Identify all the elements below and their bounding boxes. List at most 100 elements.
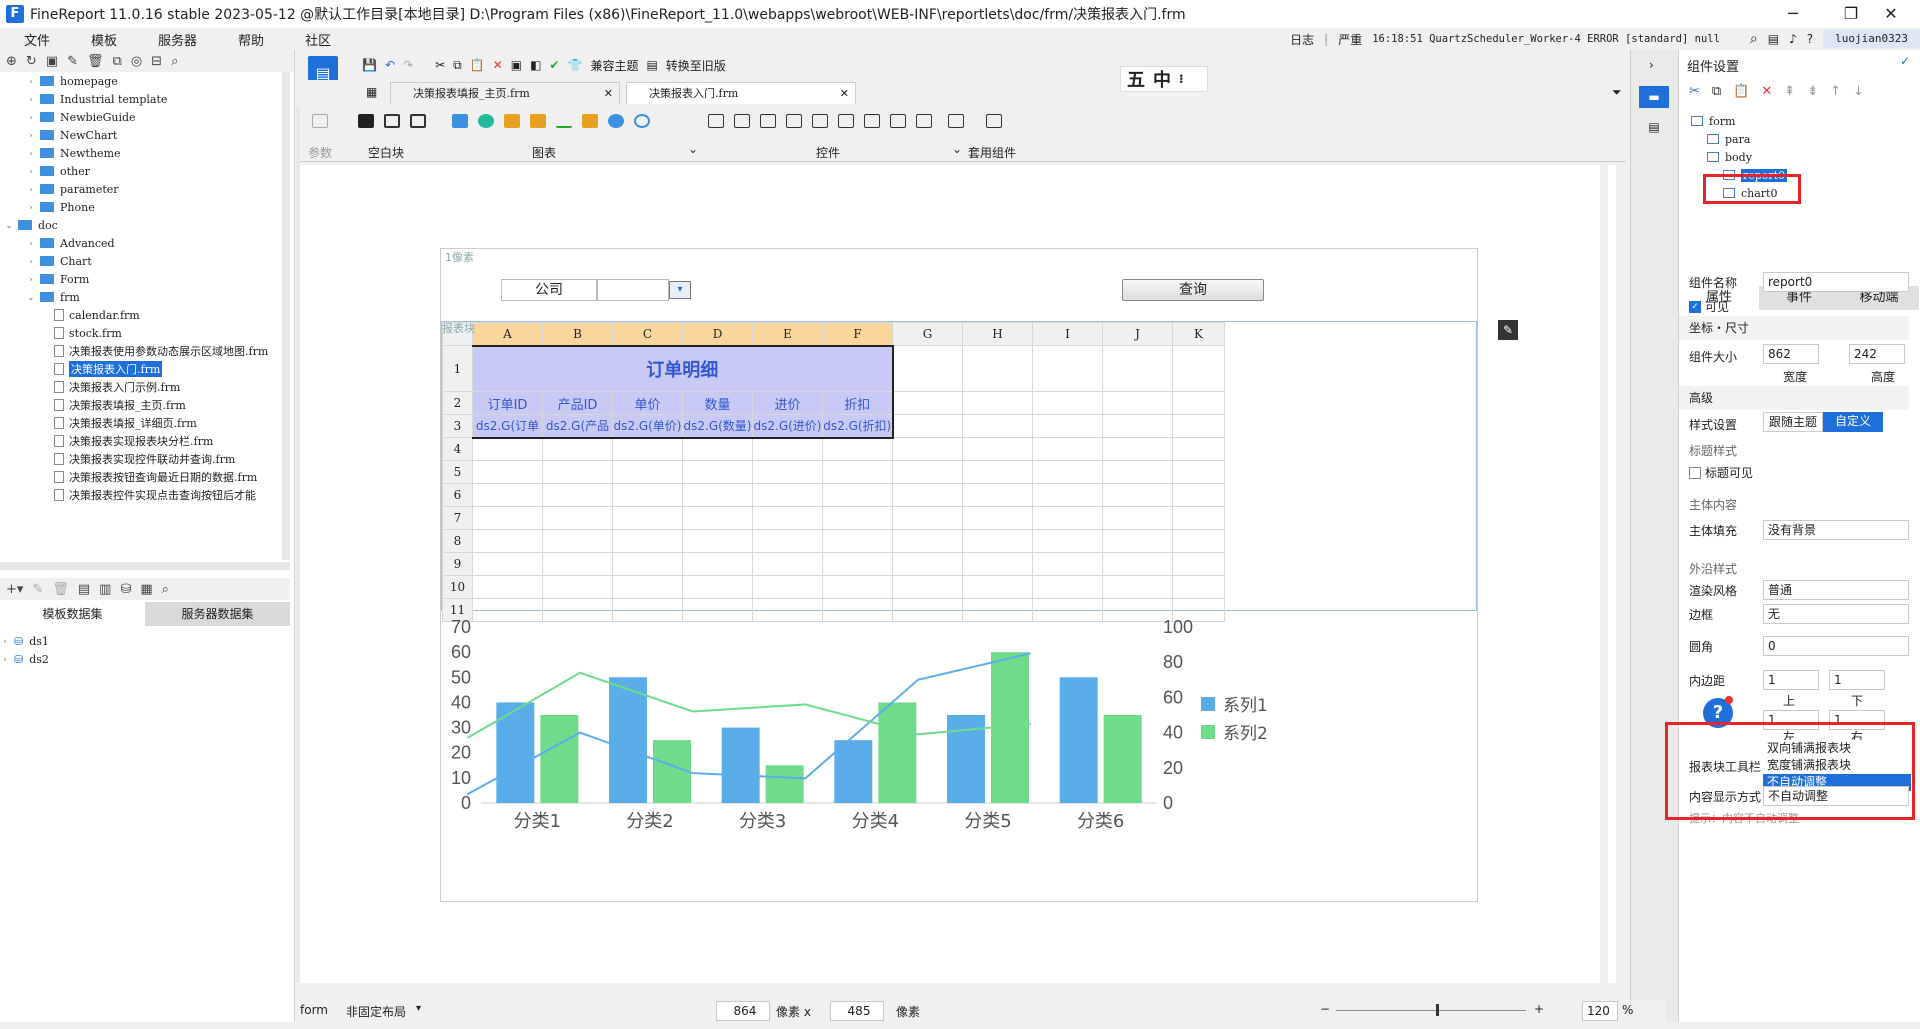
params-icon[interactable] (312, 114, 328, 128)
grid-cell[interactable] (1102, 529, 1173, 553)
grid-cell[interactable] (752, 529, 823, 553)
column-header[interactable]: D (682, 322, 753, 346)
row-header[interactable]: 7 (442, 506, 473, 530)
expand-icon[interactable]: › (1649, 58, 1654, 72)
row-header[interactable]: 2 (442, 391, 473, 415)
dataset-item[interactable]: › ⛁ ds1 (0, 632, 49, 650)
zoom-input[interactable]: 120 (1582, 1001, 1618, 1021)
edit-dataset-icon[interactable]: ✎ (32, 582, 43, 597)
blank-block-icon[interactable] (358, 114, 374, 128)
tree-file[interactable]: 决策报表填报_详细页.frm (0, 414, 280, 432)
row-header[interactable]: 4 (442, 437, 473, 461)
tree-scrollbar[interactable] (282, 72, 290, 560)
copy-icon[interactable]: ⧉ (113, 54, 122, 69)
title-visible-checkbox[interactable]: 标题可见 (1689, 464, 1753, 481)
grid-cell[interactable] (1172, 414, 1225, 438)
bell-icon[interactable]: ♪ (1789, 32, 1797, 46)
template-component-icon[interactable] (986, 114, 1002, 128)
widget-more-icon[interactable]: ⌄ (952, 142, 962, 156)
grid-cell[interactable] (612, 529, 683, 553)
tree-folder[interactable]: › Advanced (0, 234, 280, 252)
dataset-cache-icon[interactable]: ▦ (140, 582, 152, 597)
row-header[interactable]: 3 (442, 414, 473, 438)
delete-icon[interactable]: ✕ (1761, 84, 1772, 99)
row-header[interactable]: 10 (442, 575, 473, 599)
dataset-search-icon[interactable]: ⌕ (162, 582, 169, 597)
tree-folder[interactable]: › other (0, 162, 280, 180)
component-tree-node[interactable]: para (1691, 130, 1787, 148)
add-dataset-icon[interactable]: +▾ (6, 582, 23, 597)
grid-cell[interactable] (822, 437, 893, 461)
find-icon[interactable]: ⌕ (171, 54, 178, 69)
column-header[interactable]: H (962, 322, 1033, 346)
grid-cell[interactable] (1172, 483, 1225, 507)
column-header[interactable]: C (612, 322, 683, 346)
theme-button[interactable]: 兼容主题 (590, 57, 638, 74)
grid-cell[interactable] (752, 552, 823, 576)
remove-dataset-icon[interactable]: 🗑 (52, 582, 69, 597)
chart-column-icon[interactable] (452, 114, 468, 128)
grid-cell[interactable] (1102, 483, 1173, 507)
tree-folder[interactable]: › Industrial template (0, 90, 280, 108)
widget-manager-icon[interactable]: ▤ (1643, 116, 1665, 138)
menu-file[interactable]: 文件 (0, 30, 67, 49)
refresh-icon[interactable]: ↻ (26, 54, 37, 69)
number-widget-icon[interactable] (838, 114, 854, 128)
grid-cell[interactable] (1172, 437, 1225, 461)
search-widget-icon[interactable] (948, 114, 964, 128)
component-name-input[interactable]: report0 (1763, 272, 1909, 292)
tree-widget-icon[interactable] (916, 114, 932, 128)
grid-cell[interactable] (752, 483, 823, 507)
grid-cell[interactable] (682, 506, 753, 530)
header-cell[interactable]: 产品ID (542, 391, 613, 415)
column-header[interactable]: E (752, 322, 823, 346)
pad-top-input[interactable]: 1 (1763, 670, 1819, 690)
grid-cell[interactable] (1102, 414, 1173, 438)
advanced-section[interactable]: 高级 (1679, 386, 1909, 410)
grid-cell[interactable] (962, 437, 1033, 461)
collapsed-icon[interactable]: › (26, 167, 36, 176)
grid-cell[interactable] (892, 552, 963, 576)
doc-icon[interactable]: ▤ (1768, 32, 1779, 46)
tree-file[interactable]: 决策报表按钮查询最近日期的数据.frm (0, 468, 280, 486)
grid-cell[interactable] (472, 506, 543, 530)
locate-icon[interactable]: ◎ (131, 54, 142, 69)
column-header[interactable]: K (1172, 322, 1225, 346)
grid-cell[interactable] (822, 460, 893, 484)
header-cell[interactable]: 折扣 (822, 391, 894, 415)
log-link[interactable]: 日志 (1290, 31, 1314, 48)
collapsed-icon[interactable]: › (26, 131, 36, 140)
grid-cell[interactable] (1102, 552, 1173, 576)
company-input[interactable] (597, 279, 669, 301)
component-settings-icon[interactable]: ▬ (1639, 86, 1669, 108)
grid-cell[interactable] (822, 529, 893, 553)
collapse-icon[interactable]: ⊟ (151, 54, 162, 69)
grid-cell[interactable] (612, 483, 683, 507)
grid-cell[interactable] (1172, 460, 1225, 484)
grid-cell[interactable] (542, 529, 613, 553)
move-up-icon[interactable]: ↑ (1830, 84, 1841, 99)
canvas-scrollbar[interactable] (1600, 165, 1608, 983)
grid-cell[interactable] (962, 460, 1033, 484)
preview-icon[interactable]: ▣ (511, 58, 522, 72)
grid-cell[interactable] (962, 414, 1033, 438)
edit-report-icon[interactable]: ✎ (1498, 320, 1518, 340)
tab-server-datasets[interactable]: 服务器数据集 (145, 602, 290, 626)
tree-file[interactable]: 决策报表填报_主页.frm (0, 396, 280, 414)
coord-section[interactable]: 坐标・尺寸 (1679, 316, 1909, 340)
chart-line-icon[interactable] (556, 114, 572, 128)
header-cell[interactable]: 订单ID (472, 391, 543, 415)
grid-cell[interactable] (892, 414, 963, 438)
width-input[interactable]: 862 (1763, 344, 1819, 364)
undo-icon[interactable]: ↶ (385, 58, 395, 72)
grid-cell[interactable] (962, 575, 1033, 599)
label-widget-icon[interactable] (708, 114, 724, 128)
row-header[interactable]: 5 (442, 460, 473, 484)
menu-community[interactable]: 社区 (281, 30, 348, 49)
grid-cell[interactable] (542, 506, 613, 530)
column-header[interactable]: G (892, 322, 963, 346)
collapsed-icon[interactable]: › (26, 77, 36, 86)
layout-select[interactable]: 非固定布局 (346, 1003, 406, 1020)
query-button[interactable]: 查询 (1122, 279, 1264, 301)
grid-cell[interactable] (542, 437, 613, 461)
